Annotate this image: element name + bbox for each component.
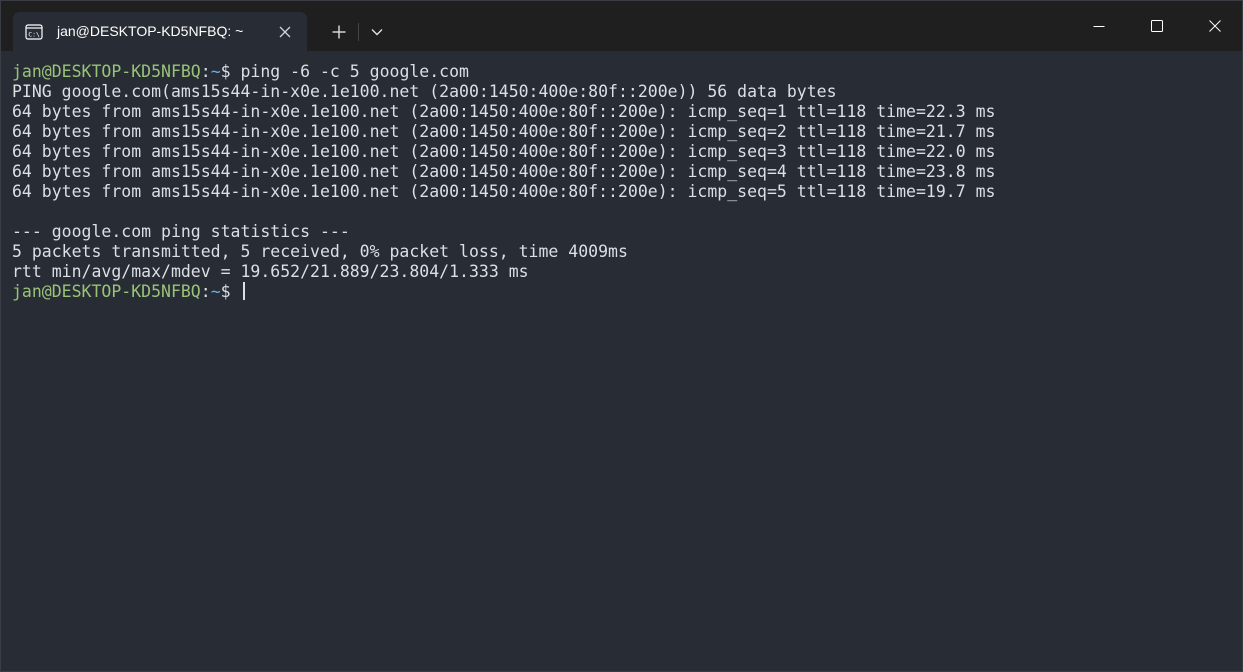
prompt-user: jan@DESKTOP-KD5NFBQ: [12, 282, 201, 301]
terminal-icon: C:\: [25, 23, 43, 41]
output-line: rtt min/avg/max/mdev = 19.652/21.889/23.…: [12, 262, 529, 281]
output-line: 64 bytes from ams15s44-in-x0e.1e100.net …: [12, 182, 996, 201]
svg-text:C:\: C:\: [28, 31, 40, 39]
maximize-button[interactable]: [1128, 1, 1186, 51]
minimize-icon: [1093, 26, 1105, 27]
prompt-line[interactable]: jan@DESKTOP-KD5NFBQ:~$: [12, 282, 1242, 302]
output-line: --- google.com ping statistics ---: [12, 222, 350, 241]
prompt-symbol: $: [220, 282, 241, 301]
prompt-separator: :: [200, 282, 211, 301]
close-window-button[interactable]: [1186, 1, 1242, 51]
prompt-separator: :: [200, 62, 211, 81]
command-text: ping -6 -c 5 google.com: [240, 62, 469, 81]
output-line: PING google.com(ams15s44-in-x0e.1e100.ne…: [12, 82, 837, 101]
title-bar[interactable]: C:\ jan@DESKTOP-KD5NFBQ: ~: [1, 1, 1242, 52]
prompt-path: ~: [210, 62, 221, 81]
close-tab-icon[interactable]: [277, 24, 293, 40]
tab-separator: [358, 23, 359, 41]
maximize-icon: [1151, 20, 1163, 32]
new-tab-button[interactable]: [322, 18, 356, 46]
terminal-output-area[interactable]: jan@DESKTOP-KD5NFBQ:~$ ping -6 -c 5 goog…: [1, 51, 1242, 671]
tab-title: jan@DESKTOP-KD5NFBQ: ~: [57, 23, 244, 39]
chevron-down-icon: [371, 29, 383, 36]
plus-icon: [332, 25, 346, 39]
text-cursor: [242, 282, 245, 300]
close-icon: [1209, 20, 1221, 32]
output-line: 64 bytes from ams15s44-in-x0e.1e100.net …: [12, 142, 996, 161]
command-line: jan@DESKTOP-KD5NFBQ:~$ ping -6 -c 5 goog…: [12, 62, 1242, 82]
tab-terminal[interactable]: C:\ jan@DESKTOP-KD5NFBQ: ~: [13, 12, 307, 52]
prompt-symbol: $: [220, 62, 241, 81]
profiles-dropdown-button[interactable]: [360, 18, 394, 46]
output-line: 64 bytes from ams15s44-in-x0e.1e100.net …: [12, 122, 996, 141]
prompt-user: jan@DESKTOP-KD5NFBQ: [12, 62, 201, 81]
output-line: 5 packets transmitted, 5 received, 0% pa…: [12, 242, 628, 261]
output-line: 64 bytes from ams15s44-in-x0e.1e100.net …: [12, 102, 996, 121]
output-line: 64 bytes from ams15s44-in-x0e.1e100.net …: [12, 162, 996, 181]
minimize-button[interactable]: [1070, 1, 1128, 51]
prompt-path: ~: [210, 282, 221, 301]
terminal-window: C:\ jan@DESKTOP-KD5NFBQ: ~ jan@DESKTOP-K…: [0, 0, 1243, 672]
